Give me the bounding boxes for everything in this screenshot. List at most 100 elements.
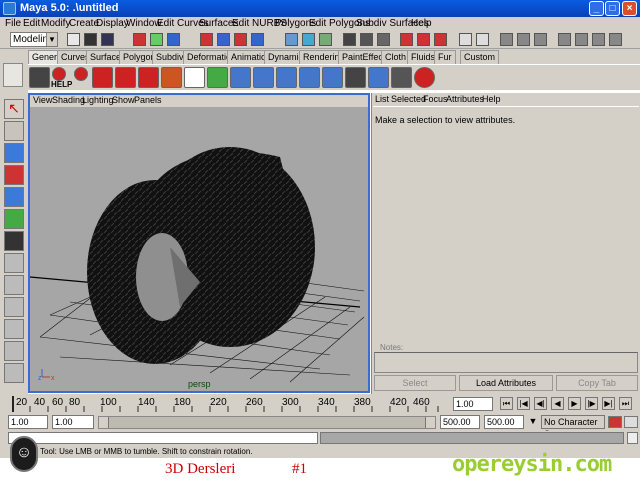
mode-dropdown[interactable]: Modeling ▼ (10, 32, 58, 47)
range-slider-handle-end[interactable] (425, 417, 435, 428)
tool-settings-icon[interactable] (592, 33, 605, 46)
panel-menu-view[interactable]: View (33, 95, 52, 105)
channel-box-icon[interactable] (558, 33, 571, 46)
render-globals-icon[interactable] (377, 33, 390, 46)
layout-b-icon[interactable] (517, 33, 530, 46)
step-forward-key-icon[interactable]: ▶| (602, 397, 615, 410)
rotate-tool-icon[interactable] (4, 165, 24, 185)
snap-plane-icon[interactable] (251, 33, 264, 46)
menu-edit[interactable]: Edit (23, 18, 40, 29)
menu-file[interactable]: File (5, 18, 21, 29)
toggle-select-icon[interactable] (400, 33, 413, 46)
panel-menu-lighting[interactable]: Lighting (82, 95, 114, 105)
range-slider[interactable] (98, 416, 436, 429)
toggle-move-icon[interactable] (417, 33, 430, 46)
shelf-o-icon[interactable] (414, 67, 435, 88)
menu-display[interactable]: Display (96, 18, 129, 29)
play-forward-icon[interactable]: ▶ (568, 397, 581, 410)
attr-menu-focus[interactable]: Focus (423, 94, 448, 104)
attribute-editor-icon[interactable] (575, 33, 588, 46)
snap-grid-icon[interactable] (200, 33, 213, 46)
menu-help[interactable]: Help (411, 18, 432, 29)
load-attributes-button[interactable]: Load Attributes (459, 375, 553, 391)
attr-menu-help[interactable]: Help (482, 94, 501, 104)
toggle-panel-a-icon[interactable] (459, 33, 472, 46)
snap-curve-icon[interactable] (217, 33, 230, 46)
inputs-icon[interactable] (302, 33, 315, 46)
shelf-n-icon[interactable] (391, 67, 412, 88)
select-component-icon[interactable] (167, 33, 180, 46)
play-backward-icon[interactable]: ◀ (551, 397, 564, 410)
close-button[interactable]: × (622, 1, 637, 16)
current-time-field[interactable]: 1.00 (453, 397, 493, 411)
attr-menu-attributes[interactable]: Attributes (446, 94, 484, 104)
open-scene-icon[interactable] (84, 33, 97, 46)
menu-modify[interactable]: Modify (41, 18, 70, 29)
four-view-icon[interactable] (4, 275, 24, 295)
shelf-l-icon[interactable] (345, 67, 366, 88)
shelf-b-icon[interactable] (115, 67, 136, 88)
render-icon[interactable] (343, 33, 356, 46)
outliner-view-icon[interactable] (4, 363, 24, 383)
menu-create[interactable]: Create (69, 18, 99, 29)
character-set-arrow-icon[interactable]: ▼ (527, 416, 539, 428)
shelf-f-icon[interactable] (207, 67, 228, 88)
panel-menu-panels[interactable]: Panels (134, 95, 162, 105)
select-button[interactable]: Select (374, 375, 456, 391)
shelf-e-icon[interactable] (184, 67, 205, 88)
panel-menu-show[interactable]: Show (112, 95, 135, 105)
manipulator-tool-icon[interactable] (4, 209, 24, 229)
go-to-start-icon[interactable]: ⏮ (500, 397, 513, 410)
notes-field[interactable] (374, 352, 638, 373)
range-start-field[interactable]: 1.00 (8, 415, 48, 429)
range-end-field[interactable]: 500.00 (484, 415, 524, 429)
playback-end-field[interactable]: 500.00 (440, 415, 480, 429)
attr-menu-list[interactable]: List (375, 94, 389, 104)
toggle-rotate-icon[interactable] (434, 33, 447, 46)
layout-a-icon[interactable] (500, 33, 513, 46)
step-forward-frame-icon[interactable]: |▶ (585, 397, 598, 410)
layer-editor-icon[interactable] (609, 33, 622, 46)
help-b-icon[interactable] (74, 67, 88, 81)
shelf-c-icon[interactable] (138, 67, 159, 88)
layout-view-c-icon[interactable] (4, 341, 24, 361)
shelf-g-icon[interactable] (230, 67, 251, 88)
maya-app-icon[interactable] (3, 2, 16, 15)
shelf-k-icon[interactable] (322, 67, 343, 88)
single-view-icon[interactable] (4, 253, 24, 273)
shelf-menu-icon[interactable] (3, 63, 23, 87)
outputs-icon[interactable] (319, 33, 332, 46)
step-back-key-icon[interactable]: |◀ (517, 397, 530, 410)
select-tool-icon[interactable]: ↖ (4, 99, 24, 119)
last-tool-icon[interactable] (4, 231, 24, 251)
new-scene-icon[interactable] (67, 33, 80, 46)
toggle-panel-b-icon[interactable] (476, 33, 489, 46)
save-scene-icon[interactable] (101, 33, 114, 46)
shelf-i-icon[interactable] (276, 67, 297, 88)
layout-c-icon[interactable] (534, 33, 547, 46)
animation-prefs-icon[interactable] (624, 416, 638, 428)
tab-cloth[interactable]: Cloth (381, 50, 411, 64)
ipr-render-icon[interactable] (360, 33, 373, 46)
tab-fur[interactable]: Fur (434, 50, 456, 64)
playback-start-field[interactable]: 1.00 (52, 415, 94, 429)
copy-tab-button[interactable]: Copy Tab (556, 375, 638, 391)
command-input[interactable] (8, 432, 318, 444)
layout-view-a-icon[interactable] (4, 297, 24, 317)
tab-custom[interactable]: Custom (460, 50, 500, 64)
script-editor-icon[interactable] (627, 432, 638, 444)
move-tool-icon[interactable] (4, 143, 24, 163)
snap-point-icon[interactable] (234, 33, 247, 46)
perspective-viewport[interactable]: persp z x (30, 107, 368, 391)
minimize-button[interactable]: _ (589, 1, 604, 16)
shelf-h-icon[interactable] (253, 67, 274, 88)
lasso-tool-icon[interactable] (4, 121, 24, 141)
step-back-frame-icon[interactable]: ◀| (534, 397, 547, 410)
attr-menu-selected[interactable]: Selected (391, 94, 426, 104)
history-icon[interactable] (285, 33, 298, 46)
shelf-d-icon[interactable] (161, 67, 182, 88)
shelf-a-icon[interactable] (92, 67, 113, 88)
shelf-j-icon[interactable] (299, 67, 320, 88)
auto-key-icon[interactable] (608, 416, 622, 428)
scale-tool-icon[interactable] (4, 187, 24, 207)
